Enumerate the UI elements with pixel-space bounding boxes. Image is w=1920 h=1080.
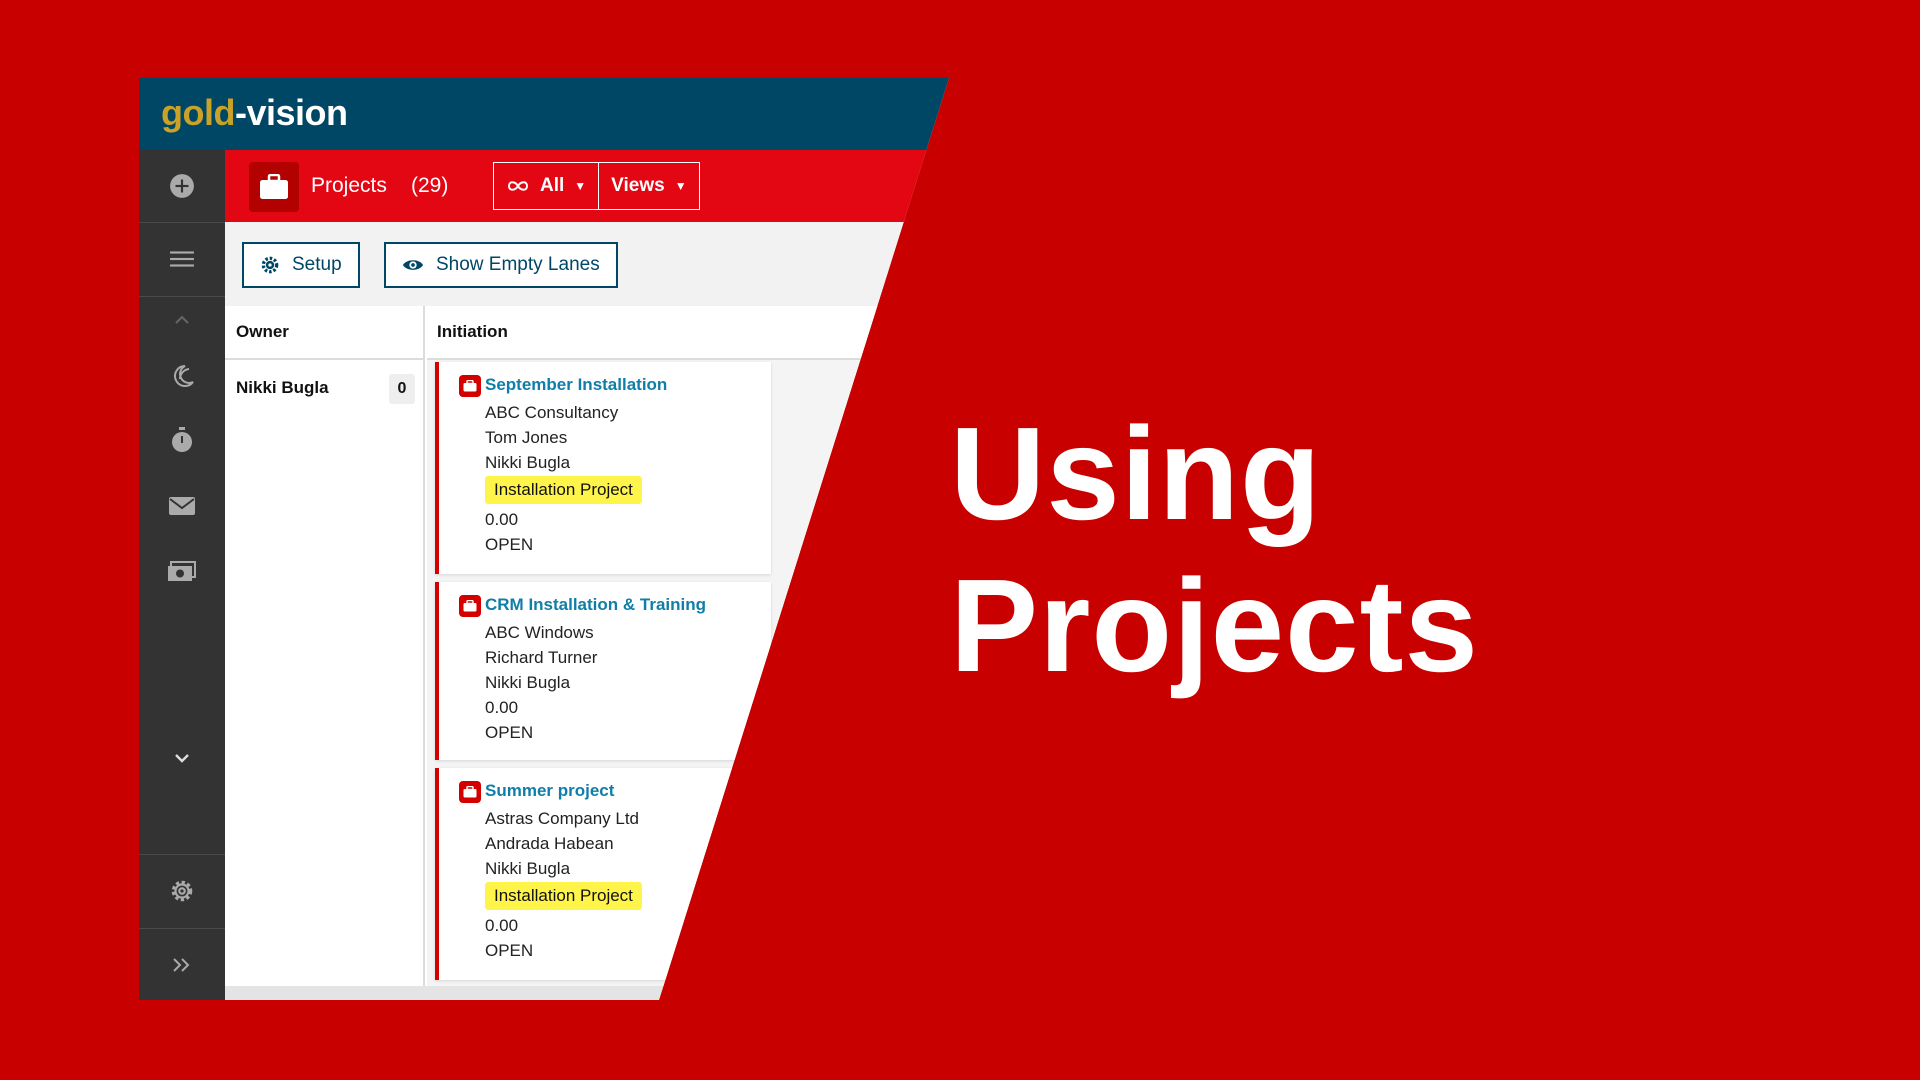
headline-line-2: Projects	[950, 552, 1479, 699]
sidebar-expand-button[interactable]	[139, 929, 225, 1000]
briefcase-icon	[459, 595, 481, 617]
infinity-icon	[507, 181, 529, 191]
record-count: (29)	[411, 174, 449, 197]
chevron-down-icon	[175, 754, 189, 763]
sidebar-item-sales[interactable]	[139, 544, 225, 600]
logo-part-vision: -vision	[234, 92, 348, 133]
sidebar-menu-button[interactable]	[139, 223, 225, 295]
sidebar-add-button[interactable]	[139, 150, 225, 222]
gold-vision-logo[interactable]: gold-vision	[161, 92, 348, 134]
sidebar-scroll-down-button[interactable]	[139, 730, 225, 786]
logo-part-gold: gold	[161, 92, 235, 133]
owner-name: Nikki Bugla	[236, 378, 329, 397]
top-bar: gold-vision	[139, 78, 949, 150]
setup-label: Setup	[292, 254, 342, 275]
toolbar: Setup Show Empty Lanes	[225, 222, 949, 306]
project-value: 0.00	[485, 916, 519, 935]
sidebar-item-activity[interactable]	[139, 348, 225, 404]
headline: Using Projects	[950, 398, 1479, 702]
sidebar-scroll-up-button[interactable]	[139, 300, 225, 340]
sidebar-divider	[139, 296, 225, 297]
caret-down-icon: ▼	[674, 179, 687, 193]
module-header: Projects (29) All ▼ Views ▼	[225, 150, 949, 222]
briefcase-icon	[459, 781, 481, 803]
gear-icon	[261, 256, 279, 274]
project-owner: Nikki Bugla	[485, 859, 571, 878]
views-label: Views	[611, 175, 665, 196]
project-value: 0.00	[485, 698, 519, 717]
project-contact: Andrada Habean	[485, 834, 614, 853]
caret-down-icon: ▼	[574, 179, 587, 193]
briefcase-icon	[260, 174, 288, 199]
filter-all-dropdown[interactable]: All ▼	[494, 163, 598, 209]
sidebar-item-timer[interactable]	[139, 412, 225, 468]
project-type-tag: Installation Project	[485, 476, 642, 504]
filter-group: All ▼ Views ▼	[493, 162, 700, 210]
sidebar	[139, 150, 225, 1000]
filter-all-label: All	[540, 175, 565, 196]
gear-icon	[171, 880, 193, 902]
project-title-link[interactable]: Summer project	[485, 780, 771, 802]
project-status: OPEN	[485, 941, 534, 960]
owner-count-badge: 0	[389, 374, 415, 404]
owner-column-header: Owner	[225, 306, 423, 360]
sidebar-item-email[interactable]	[139, 478, 225, 534]
project-contact: Richard Turner	[485, 648, 598, 667]
hamburger-icon	[170, 251, 194, 267]
setup-button[interactable]: Setup	[242, 242, 360, 288]
project-type-tag: Installation Project	[485, 882, 642, 910]
horizontal-scrollbar[interactable]	[225, 986, 949, 1000]
eye-icon	[402, 260, 424, 270]
project-title-link[interactable]: CRM Installation & Training	[485, 594, 771, 616]
project-contact: Tom Jones	[485, 428, 568, 447]
plus-circle-icon	[170, 174, 194, 198]
project-owner: Nikki Bugla	[485, 453, 571, 472]
chevron-up-icon	[175, 315, 189, 324]
project-company: ABC Windows	[485, 623, 594, 642]
money-icon	[168, 561, 196, 581]
owner-column: Owner Nikki Bugla 0	[225, 306, 425, 986]
project-card[interactable]: Summer project Astras Company Ltd Andrad…	[435, 768, 771, 980]
initiation-lane-header: Initiation	[427, 306, 949, 360]
project-owner: Nikki Bugla	[485, 673, 571, 692]
stopwatch-icon	[172, 427, 192, 452]
show-empty-lanes-label: Show Empty Lanes	[436, 254, 600, 275]
double-chevron-right-icon	[173, 957, 190, 972]
views-dropdown[interactable]: Views ▼	[598, 163, 698, 209]
project-status: OPEN	[485, 723, 534, 742]
owner-row[interactable]: Nikki Bugla 0	[225, 362, 423, 414]
sidebar-settings-button[interactable]	[139, 855, 225, 927]
envelope-icon	[169, 497, 195, 515]
project-card[interactable]: September Installation ABC Consultancy T…	[435, 362, 771, 574]
moon-icon	[174, 365, 194, 387]
show-empty-lanes-button[interactable]: Show Empty Lanes	[384, 242, 618, 288]
project-status: OPEN	[485, 535, 534, 554]
project-company: ABC Consultancy	[485, 403, 619, 422]
briefcase-icon	[459, 375, 481, 397]
page-title: Projects	[311, 174, 387, 197]
headline-line-1: Using	[950, 400, 1322, 547]
project-value: 0.00	[485, 510, 519, 529]
project-card[interactable]: CRM Installation & Training ABC Windows …	[435, 582, 771, 760]
projects-module-icon[interactable]	[249, 162, 299, 212]
project-title-link[interactable]: September Installation	[485, 374, 771, 396]
project-company: Astras Company Ltd	[485, 809, 640, 828]
